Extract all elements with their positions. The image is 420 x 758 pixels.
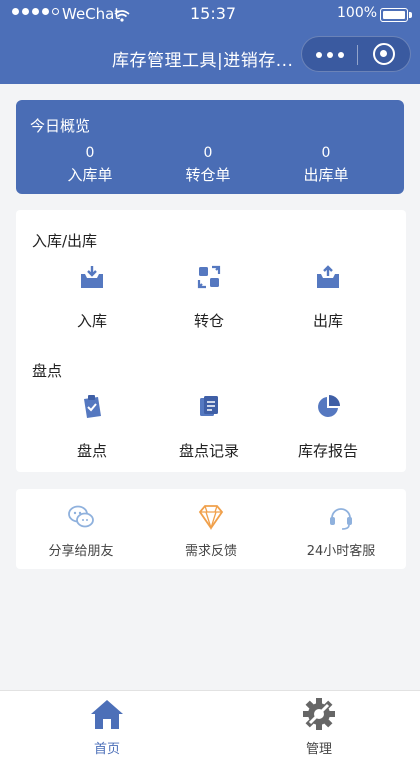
tab-home[interactable]: 首页 (52, 697, 162, 757)
battery-icon (380, 8, 412, 22)
gear-tools-icon (301, 697, 337, 731)
grid-item-stocktake-records[interactable]: 盘点记录 (159, 394, 259, 461)
stat-value: 0 (85, 145, 95, 161)
tool-label: 24小时客服 (306, 544, 376, 559)
operations-card: 入库/出库 入库 转仓 出库 盘点 盘点 盘点记录 库存报告 (16, 210, 406, 472)
close-mini-program-icon[interactable] (373, 43, 395, 65)
clipboard-check-icon (79, 394, 105, 420)
records-icon (196, 394, 222, 420)
page-title: 库存管理工具|进销存... (112, 51, 294, 71)
status-time: 15:37 (190, 4, 237, 23)
bottom-tab-bar: 首页 管理 (0, 690, 420, 758)
carrier-name: WeChat (62, 5, 121, 23)
home-icon (89, 697, 125, 731)
status-bar: WeChat 15:37 100% (0, 0, 420, 30)
tab-label: 首页 (93, 742, 120, 757)
feedback-button[interactable]: 需求反馈 (156, 503, 266, 559)
battery-percent: 100% (337, 5, 378, 21)
grid-item-label: 出库 (312, 312, 343, 330)
share-to-friends-button[interactable]: 分享给朋友 (26, 503, 136, 559)
headset-icon (327, 503, 355, 531)
diamond-feedback-icon (197, 503, 225, 531)
grid-item-label: 盘点记录 (178, 442, 239, 460)
tools-card: 分享给朋友 需求反馈 24小时客服 (16, 489, 406, 569)
section-title-inventory: 盘点 (32, 362, 63, 380)
grid-item-label: 库存报告 (297, 442, 358, 460)
tab-label: 管理 (305, 742, 332, 757)
stat-label: 入库单 (67, 166, 113, 184)
wechat-share-icon (67, 503, 95, 531)
today-overview-card: 今日概览 0 入库单 0 转仓单 0 出库单 (16, 100, 404, 194)
grid-item-stocktake[interactable]: 盘点 (42, 394, 142, 461)
overview-title: 今日概览 (30, 117, 91, 135)
pie-chart-icon (315, 394, 341, 420)
customer-service-button[interactable]: 24小时客服 (286, 503, 396, 559)
tool-label: 分享给朋友 (48, 544, 114, 559)
inbox-out-icon (315, 264, 341, 290)
wifi-icon (114, 8, 130, 26)
grid-item-transfer[interactable]: 转仓 (159, 264, 259, 331)
mini-program-capsule (301, 36, 411, 72)
signal-strength-icon (12, 8, 59, 15)
grid-item-outbound[interactable]: 出库 (278, 264, 378, 331)
stat-label: 转仓单 (185, 166, 231, 184)
grid-item-label: 盘点 (76, 442, 107, 460)
transfer-icon (196, 264, 222, 290)
stat-label: 出库单 (303, 166, 349, 184)
app-header: WeChat 15:37 100% 库存管理工具|进销存... (0, 0, 420, 84)
section-title-inout: 入库/出库 (32, 232, 98, 250)
stat-transfer-orders[interactable]: 0 转仓单 (158, 145, 258, 185)
inbox-in-icon (79, 264, 105, 290)
more-options-icon[interactable] (316, 52, 344, 58)
stat-inbound-orders[interactable]: 0 入库单 (40, 145, 140, 185)
tool-label: 需求反馈 (184, 544, 237, 559)
grid-item-inventory-report[interactable]: 库存报告 (278, 394, 378, 461)
stat-outbound-orders[interactable]: 0 出库单 (276, 145, 376, 185)
grid-item-inbound[interactable]: 入库 (42, 264, 142, 331)
stat-value: 0 (321, 145, 331, 161)
capsule-divider (357, 45, 358, 65)
stat-value: 0 (203, 145, 213, 161)
grid-item-label: 转仓 (193, 312, 224, 330)
tab-manage[interactable]: 管理 (264, 697, 374, 757)
grid-item-label: 入库 (76, 312, 107, 330)
